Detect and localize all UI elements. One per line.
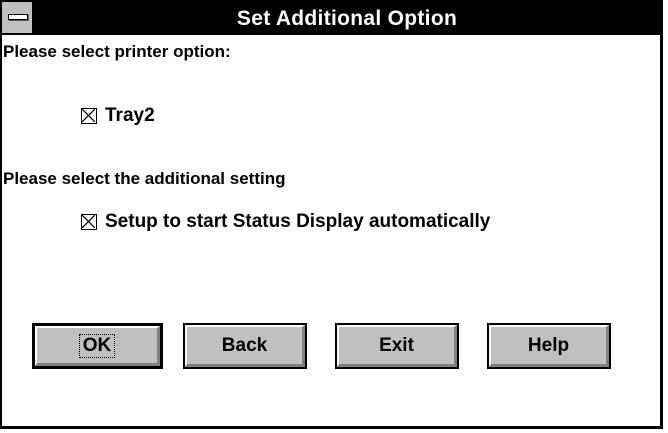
tray2-label: Tray2 [105, 105, 155, 126]
back-button[interactable]: Back [183, 323, 307, 369]
status-display-label: Setup to start Status Display automatica… [105, 211, 491, 232]
status-display-checkbox-row[interactable]: Setup to start Status Display automatica… [81, 211, 490, 233]
dialog-title: Set Additional Option [236, 7, 458, 30]
tray2-checkbox[interactable] [81, 108, 97, 124]
system-menu-button[interactable] [2, 2, 34, 35]
status-display-checkbox[interactable] [81, 214, 97, 230]
checkbox-x-icon [82, 215, 95, 228]
system-menu-icon [8, 14, 28, 20]
ok-button[interactable]: OK [32, 323, 163, 369]
additional-setting-prompt: Please select the additional setting [3, 169, 286, 188]
exit-button-label: Exit [337, 325, 457, 367]
help-button-label: Help [489, 325, 609, 367]
printer-option-prompt: Please select printer option: [3, 42, 231, 61]
title-bar[interactable]: Set Additional Option [2, 2, 660, 35]
tray2-checkbox-row[interactable]: Tray2 [81, 105, 155, 127]
checkbox-x-icon [82, 109, 95, 122]
exit-button[interactable]: Exit [335, 323, 459, 369]
back-button-label: Back [185, 325, 305, 367]
set-additional-option-dialog: Set Additional Option Please select prin… [0, 0, 663, 429]
ok-button-label: OK [78, 333, 116, 358]
help-button[interactable]: Help [487, 323, 611, 369]
